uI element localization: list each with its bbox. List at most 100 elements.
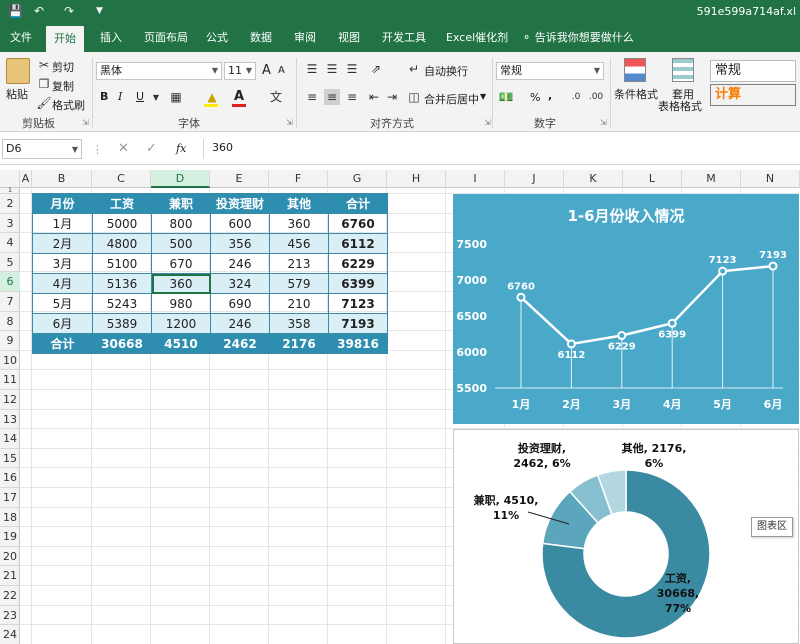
row-header-14[interactable]: 14 <box>0 429 20 449</box>
total-cell[interactable]: 2176 <box>269 333 329 354</box>
decrease-decimal-icon[interactable]: .00 <box>588 89 604 105</box>
font-size-select[interactable]: 11 ▼ <box>224 62 256 80</box>
bold-button[interactable]: B <box>100 90 108 103</box>
row-header-24[interactable]: 24 <box>0 625 20 644</box>
table-cell[interactable]: 6760 <box>328 213 388 234</box>
table-cell[interactable]: 3月 <box>32 253 93 274</box>
paste-icon[interactable] <box>6 58 30 84</box>
cut-button[interactable]: 剪切 <box>52 59 74 75</box>
table-cell[interactable]: 324 <box>210 273 270 294</box>
table-cell[interactable]: 246 <box>210 313 270 334</box>
tab-review[interactable]: 审阅 <box>286 24 324 52</box>
align-bottom-icon[interactable]: ☰ <box>344 61 360 77</box>
col-header-g[interactable]: G <box>328 170 387 188</box>
chevron-down-icon[interactable]: ▼ <box>148 90 164 106</box>
header-cell[interactable]: 月份 <box>32 193 93 214</box>
conditional-format-button[interactable]: 条件格式 <box>614 86 658 102</box>
cancel-icon[interactable]: ✕ <box>118 141 129 156</box>
grow-font-button[interactable]: A <box>262 63 271 78</box>
table-cell[interactable]: 7123 <box>328 293 388 314</box>
select-all-corner[interactable] <box>0 170 20 188</box>
table-cell[interactable]: 4月 <box>32 273 93 294</box>
format-painter-icon[interactable]: 🖌 <box>36 95 52 111</box>
tab-excel-catalyst[interactable]: Excel催化剂 <box>438 24 516 52</box>
tab-page-layout[interactable]: 页面布局 <box>136 24 196 52</box>
enter-icon[interactable]: ✓ <box>146 141 157 156</box>
name-box[interactable]: D6 ▼ <box>2 139 82 159</box>
table-cell[interactable]: 6月 <box>32 313 93 334</box>
tab-insert[interactable]: 插入 <box>92 24 130 52</box>
row-header-22[interactable]: 22 <box>0 586 20 606</box>
table-cell[interactable]: 5243 <box>92 293 152 314</box>
row-header-10[interactable]: 10 <box>0 351 20 371</box>
paste-button[interactable]: 粘贴 <box>6 86 28 102</box>
active-cell-d6[interactable]: 360 <box>151 273 211 294</box>
align-center-icon[interactable]: ≡ <box>324 89 340 105</box>
increase-decimal-icon[interactable]: .0 <box>568 89 584 105</box>
row-header-20[interactable]: 20 <box>0 547 20 567</box>
row-header-12[interactable]: 12 <box>0 390 20 410</box>
copy-icon[interactable]: ❐ <box>36 76 52 92</box>
col-header-h[interactable]: H <box>387 170 446 188</box>
table-cell[interactable]: 800 <box>151 213 211 234</box>
row-header-7[interactable]: 7 <box>0 292 20 312</box>
decrease-indent-icon[interactable]: ⇤ <box>366 89 382 105</box>
row-header-4[interactable]: 4 <box>0 233 20 253</box>
font-color-button[interactable]: A <box>234 89 244 104</box>
redo-icon[interactable]: ↷ <box>64 4 74 18</box>
col-header-f[interactable]: F <box>269 170 328 188</box>
save-icon[interactable]: 💾 <box>8 4 23 18</box>
tab-developer[interactable]: 开发工具 <box>374 24 434 52</box>
undo-icon[interactable]: ↶ <box>34 4 44 18</box>
total-cell[interactable]: 合计 <box>32 333 93 354</box>
col-header-b[interactable]: B <box>32 170 92 188</box>
total-cell[interactable]: 39816 <box>328 333 388 354</box>
insert-function-button[interactable]: fx <box>176 142 186 155</box>
col-header-m[interactable]: M <box>682 170 741 188</box>
table-cell[interactable]: 6112 <box>328 233 388 254</box>
donut-chart[interactable]: 工资, 30668, 77% 兼职, 4510, 11% 投资理财, 2462, 6% 其他,… <box>453 429 799 644</box>
header-cell[interactable]: 其他 <box>269 193 329 214</box>
tab-view[interactable]: 视图 <box>330 24 368 52</box>
row-header-13[interactable]: 13 <box>0 410 20 430</box>
alignment-launcher-icon[interactable]: ⇲ <box>484 118 491 127</box>
tab-home[interactable]: 开始 <box>46 26 84 52</box>
table-cell[interactable]: 5000 <box>92 213 152 234</box>
col-header-c[interactable]: C <box>92 170 151 188</box>
underline-button[interactable]: U <box>136 90 144 103</box>
row-header-5[interactable]: 5 <box>0 253 20 273</box>
table-cell[interactable]: 2月 <box>32 233 93 254</box>
cell-style-calculation[interactable]: 计算 <box>710 84 796 106</box>
align-left-icon[interactable]: ≡ <box>304 89 320 105</box>
table-cell[interactable]: 5389 <box>92 313 152 334</box>
chevron-down-icon[interactable]: ▼ <box>480 92 486 101</box>
header-cell[interactable]: 工资 <box>92 193 152 214</box>
tell-me-box[interactable]: ⚬ 告诉我你想要做什么 <box>514 24 642 52</box>
col-header-a[interactable]: A <box>20 170 32 188</box>
header-cell[interactable]: 投资理财 <box>210 193 270 214</box>
row-header-3[interactable]: 3 <box>0 214 20 234</box>
row-header-9[interactable]: 9 <box>0 331 20 351</box>
table-cell[interactable]: 5136 <box>92 273 152 294</box>
table-cell[interactable]: 600 <box>210 213 270 234</box>
table-cell[interactable]: 6229 <box>328 253 388 274</box>
table-cell[interactable]: 456 <box>269 233 329 254</box>
merge-center-button[interactable]: 合并后居中 <box>424 91 479 107</box>
row-header-2[interactable]: 2 <box>0 194 20 214</box>
header-cell[interactable]: 兼职 <box>151 193 211 214</box>
col-header-d[interactable]: D <box>151 170 210 188</box>
table-cell[interactable]: 6399 <box>328 273 388 294</box>
line-chart[interactable]: 1-6月份收入情况 7500 7000 6500 6000 5500 6760 6112 622… <box>453 194 799 424</box>
increase-indent-icon[interactable]: ⇥ <box>384 89 400 105</box>
phonetic-guide-icon[interactable]: 文 <box>268 89 284 105</box>
table-cell[interactable]: 5月 <box>32 293 93 314</box>
orientation-icon[interactable]: ⇗ <box>368 61 384 77</box>
col-header-k[interactable]: K <box>564 170 623 188</box>
fill-color-icon[interactable]: ▲ <box>204 89 220 105</box>
total-cell[interactable]: 2462 <box>210 333 270 354</box>
number-launcher-icon[interactable]: ⇲ <box>600 118 607 127</box>
row-header-15[interactable]: 15 <box>0 449 20 469</box>
col-header-l[interactable]: L <box>623 170 682 188</box>
total-cell[interactable]: 30668 <box>92 333 152 354</box>
table-cell[interactable]: 358 <box>269 313 329 334</box>
